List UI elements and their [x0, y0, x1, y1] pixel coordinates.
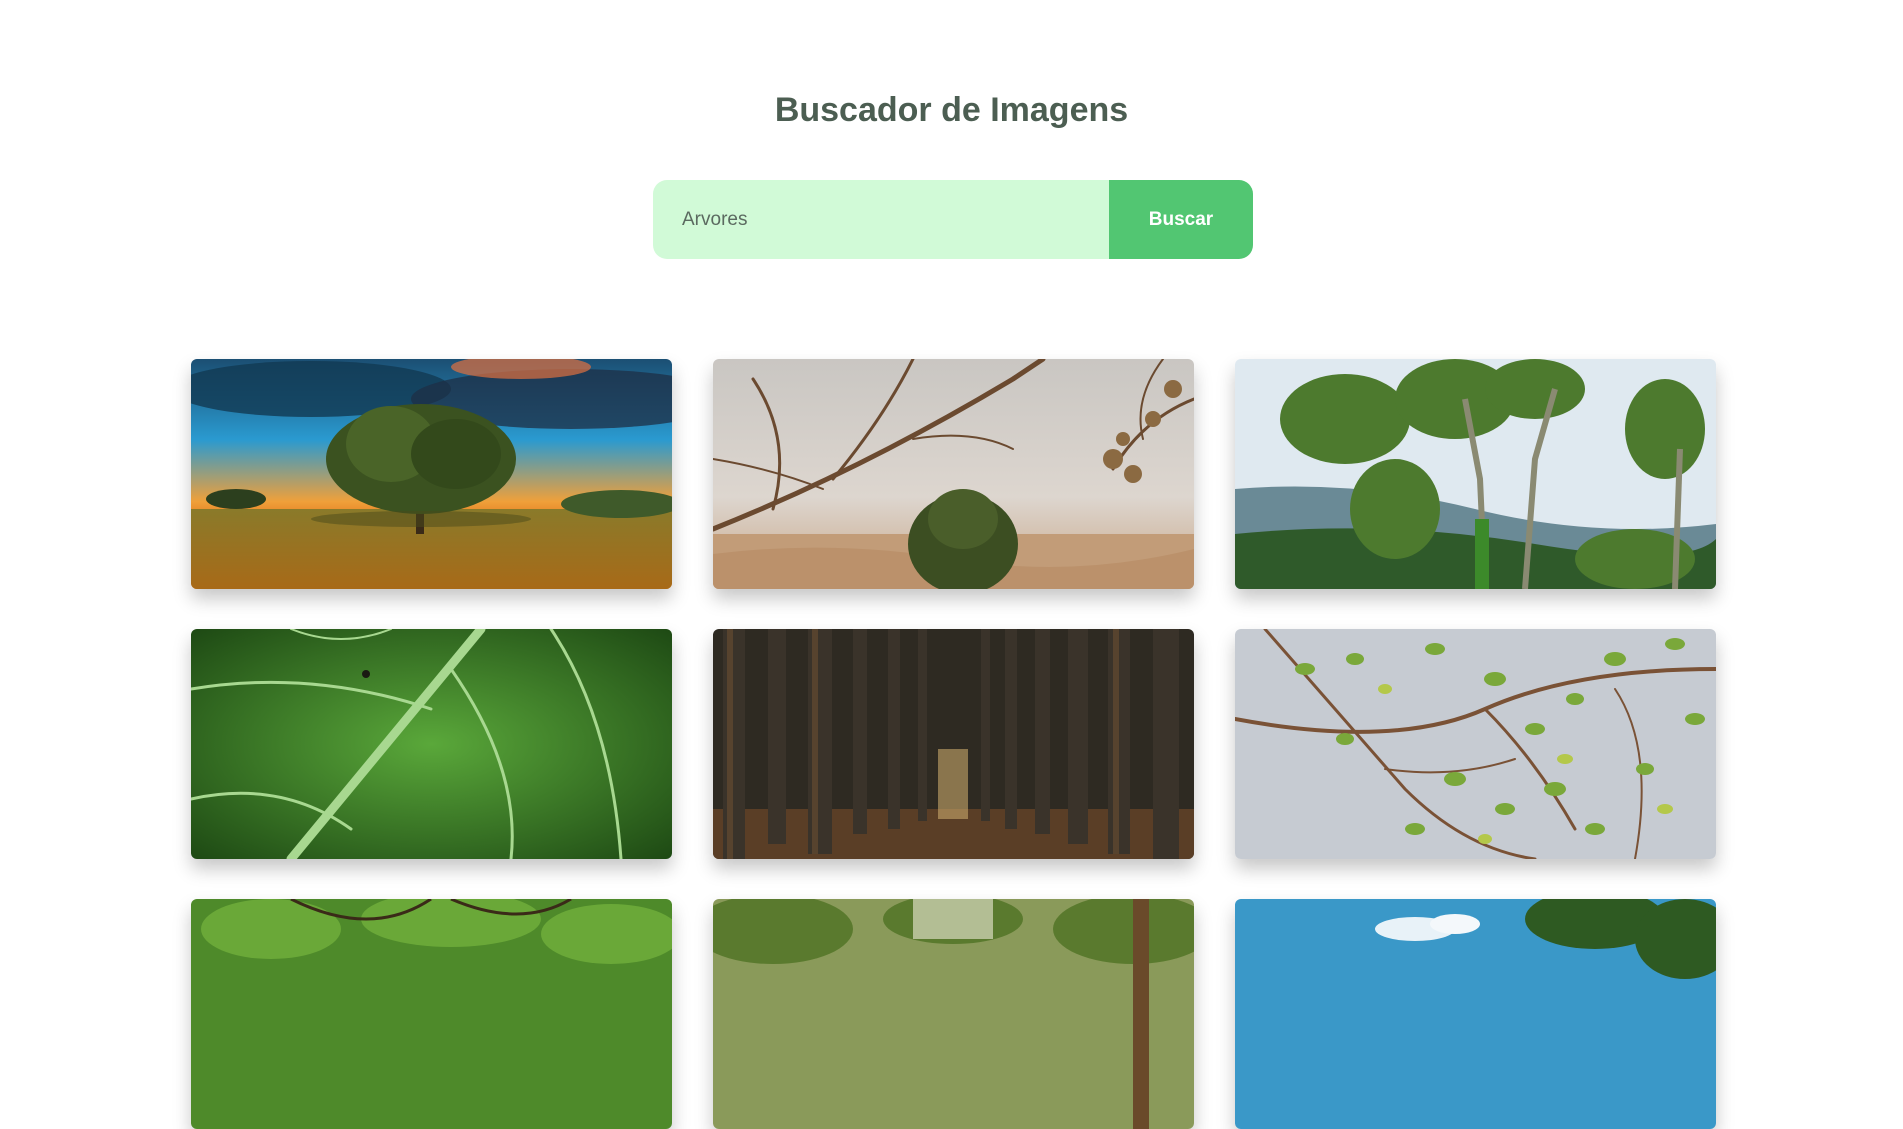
gallery-card[interactable]: [1235, 899, 1716, 1129]
gallery-card[interactable]: [191, 899, 672, 1129]
pine-forest-trunks-image: [713, 629, 1194, 859]
gallery-card[interactable]: [1235, 629, 1716, 859]
tree-canopy-image: [191, 899, 672, 1129]
forest-path-image: [713, 899, 1194, 1129]
tall-trees-hills-image: [1235, 359, 1716, 589]
gallery-card[interactable]: [713, 629, 1194, 859]
tree-blue-sky-image: [1235, 899, 1716, 1129]
gallery-card[interactable]: [191, 359, 672, 589]
search-form: Buscar: [653, 180, 1253, 259]
gallery-card[interactable]: [191, 629, 672, 859]
gallery-card[interactable]: [713, 359, 1194, 589]
branches-leaves-sky-image: [1235, 629, 1716, 859]
search-button[interactable]: Buscar: [1109, 180, 1253, 259]
green-leaf-closeup-image: [191, 629, 672, 859]
gallery-card[interactable]: [1235, 359, 1716, 589]
page-title: Buscador de Imagens: [774, 91, 1129, 129]
image-gallery: [191, 359, 1716, 1129]
gallery-card[interactable]: [713, 899, 1194, 1129]
dry-branches-desert-image: [713, 359, 1194, 589]
lone-tree-field-image: [191, 359, 672, 589]
search-input[interactable]: [653, 180, 1109, 259]
